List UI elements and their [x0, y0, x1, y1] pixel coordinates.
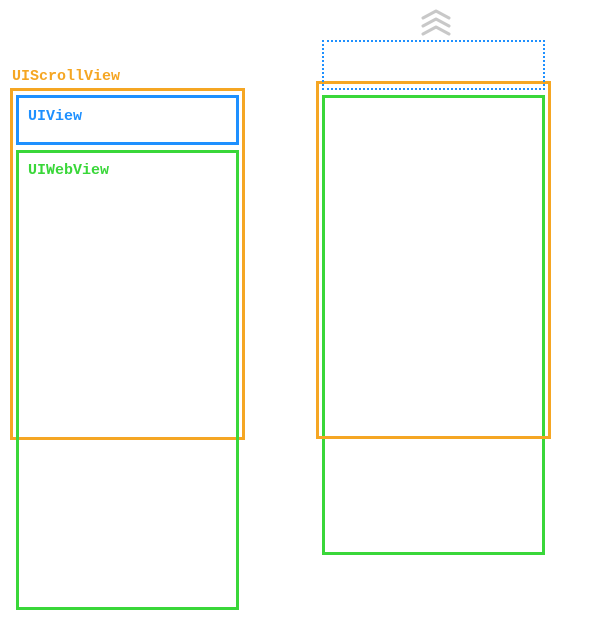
uiwebview-box-left: [16, 150, 239, 610]
uiscrollview-box-right: [316, 81, 551, 439]
uiview-box-right: [322, 40, 545, 90]
uiwebview-label-left: UIWebView: [28, 162, 109, 179]
uiview-label-left: UIView: [28, 108, 82, 125]
ios-scrollview-diagram: UIScrollView UIView UIWebView: [0, 0, 600, 628]
scroll-up-icon: [416, 8, 456, 36]
uiscrollview-label-left: UIScrollView: [12, 68, 120, 85]
